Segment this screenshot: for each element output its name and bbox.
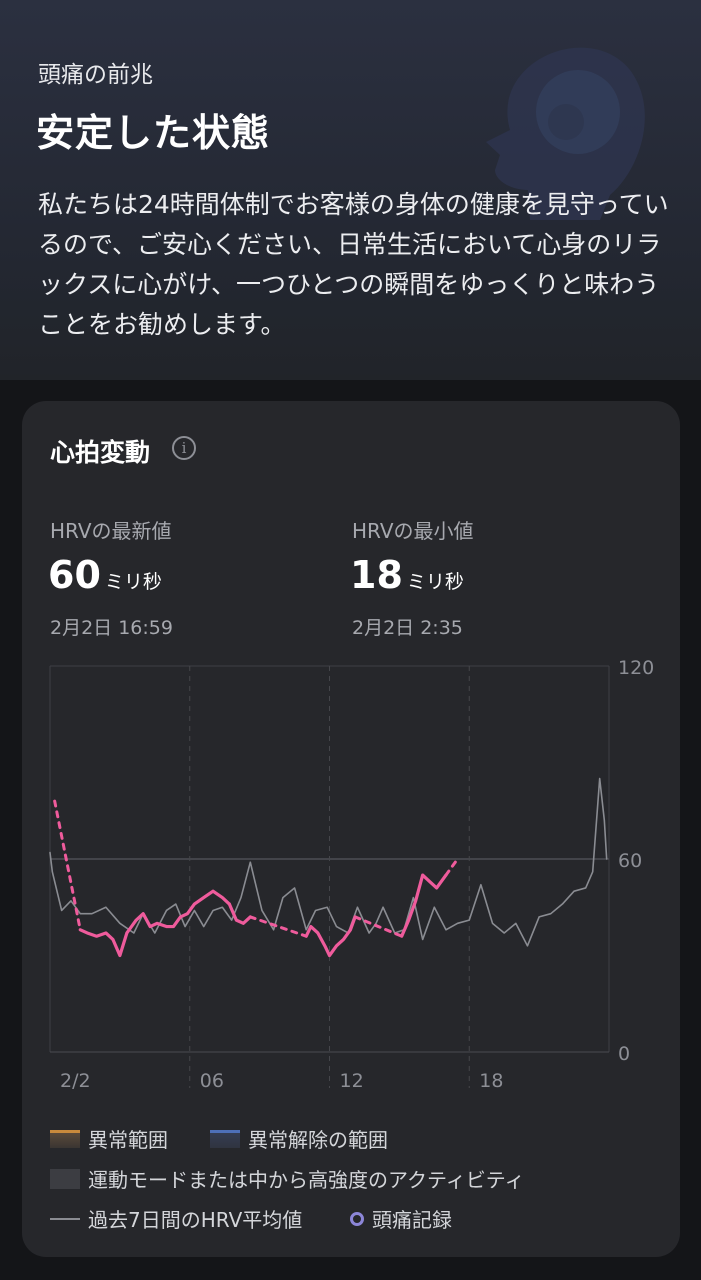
min-hrv-value: 18 — [350, 553, 403, 597]
abnormal-swatch — [50, 1129, 80, 1148]
legend-abnormal-cleared-label: 異常解除の範囲 — [248, 1128, 388, 1152]
x-tick-label: 12 — [340, 1070, 364, 1092]
headache-precursor-banner: 頭痛の前兆 安定した状態 私たちは24時間体制でお客様の身体の健康を見守っている… — [0, 0, 701, 380]
y-tick-label: 0 — [618, 1043, 630, 1065]
activity-swatch — [50, 1168, 80, 1189]
hrv-line-segment — [227, 902, 252, 925]
hrv-line-segment — [78, 889, 231, 958]
x-tick-label: 2/2 — [60, 1070, 91, 1092]
hrv-chart[interactable]: 2/2 06 12 18 120 60 0 — [22, 650, 682, 1100]
y-tick-label: 120 — [618, 657, 654, 679]
min-hrv-value-wrap: 18 ミリ秒 — [350, 553, 464, 597]
latest-hrv-label: HRVの最新値 — [50, 519, 172, 543]
hrv-gap-dashed — [248, 915, 308, 938]
section-eyebrow: 頭痛の前兆 — [38, 62, 153, 88]
status-description: 私たちは24時間体制でお客様の身体の健康を見守っているので、ご安心ください、日常… — [38, 190, 669, 339]
hrv-gap-dashed — [444, 857, 460, 877]
hrv-line-segment — [304, 915, 357, 958]
hrv-gap-dashed — [53, 799, 82, 932]
min-hrv-label: HRVの最小値 — [352, 519, 474, 543]
avg-hrv-line — [49, 777, 608, 947]
abnormal-cleared-swatch — [210, 1129, 240, 1148]
legend-avg7: 過去7日間のHRV平均値 — [50, 1204, 302, 1233]
legend-avg7-label: 過去7日間のHRV平均値 — [88, 1208, 303, 1232]
legend-abnormal-label: 異常範囲 — [88, 1128, 168, 1152]
x-tick-label: 18 — [479, 1070, 503, 1092]
latest-hrv-unit: ミリ秒 — [104, 571, 162, 593]
info-icon[interactable]: i — [172, 436, 196, 460]
hrv-line-segment — [400, 873, 448, 938]
headache-marker-icon — [350, 1211, 364, 1226]
avg7-swatch — [50, 1217, 80, 1220]
min-hrv-date: 2月2日 2:35 — [352, 617, 463, 639]
legend-abnormal: 異常範囲 — [50, 1124, 168, 1153]
latest-hrv-value: 60 — [48, 553, 101, 597]
card-title: 心拍変動 — [50, 438, 151, 467]
legend-headache-label: 頭痛記録 — [372, 1208, 452, 1232]
legend-activity: 運動モードまたは中から高強度のアクティビティ — [50, 1164, 525, 1193]
status-title: 安定した状態 — [36, 111, 271, 155]
legend-activity-label: 運動モードまたは中から高強度のアクティビティ — [88, 1168, 525, 1192]
legend-abnormal-cleared: 異常解除の範囲 — [210, 1124, 388, 1153]
latest-hrv-date: 2月2日 16:59 — [50, 617, 173, 639]
y-tick-label: 60 — [618, 850, 642, 872]
latest-hrv-value-wrap: 60 ミリ秒 — [48, 553, 162, 597]
x-tick-label: 06 — [200, 1070, 224, 1092]
legend-headache: 頭痛記録 — [350, 1204, 452, 1233]
min-hrv-unit: ミリ秒 — [406, 571, 464, 593]
